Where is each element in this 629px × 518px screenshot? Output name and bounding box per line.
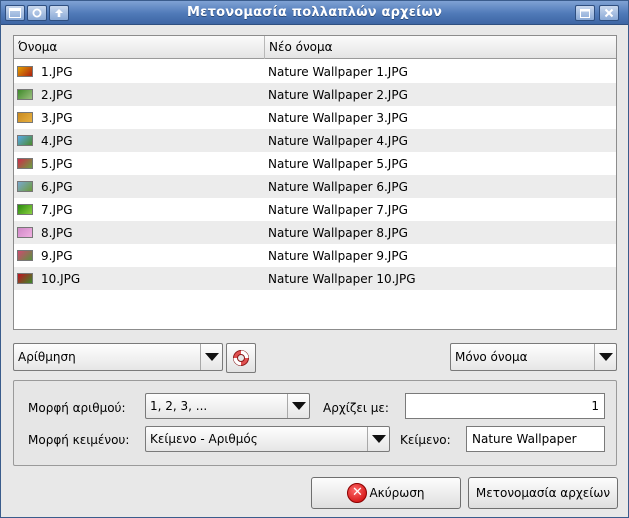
list-rows: 1.JPG Nature Wallpaper 1.JPG 2.JPG Nature W… — [14, 60, 616, 290]
new-name-cell: Nature Wallpaper 5.JPG — [268, 156, 408, 171]
cancel-button[interactable]: ✕ Ακύρωση — [311, 477, 461, 509]
original-name-text: 2.JPG — [41, 87, 73, 102]
original-name-cell: 6.JPG — [14, 180, 265, 194]
starts-with-field[interactable]: 1 — [405, 393, 605, 419]
table-row[interactable]: 8.JPG Nature Wallpaper 8.JPG — [14, 221, 616, 244]
original-name-cell: 8.JPG — [14, 226, 265, 240]
original-name-text: 7.JPG — [41, 202, 73, 217]
number-format-label: Μορφή αριθμού: — [28, 401, 126, 415]
image-thumbnail-icon — [17, 227, 33, 238]
table-row[interactable]: 4.JPG Nature Wallpaper 4.JPG — [14, 129, 616, 152]
original-name-cell: 5.JPG — [14, 157, 265, 171]
table-row[interactable]: 1.JPG Nature Wallpaper 1.JPG — [14, 60, 616, 83]
original-name-cell: 2.JPG — [14, 88, 265, 102]
new-name-cell: Nature Wallpaper 3.JPG — [268, 110, 408, 125]
scope-select[interactable]: Μόνο όνομα — [450, 343, 617, 371]
table-row[interactable]: 5.JPG Nature Wallpaper 5.JPG — [14, 152, 616, 175]
image-thumbnail-icon — [17, 250, 33, 261]
cancel-button-label: Ακύρωση — [369, 486, 425, 500]
original-name-text: 1.JPG — [41, 64, 73, 79]
original-name-text: 8.JPG — [41, 225, 73, 240]
original-name-text: 10.JPG — [41, 271, 81, 286]
cancel-icon: ✕ — [347, 483, 368, 503]
image-thumbnail-icon — [17, 181, 33, 192]
title-bar[interactable]: Μετονομασία πολλαπλών αρχείων — [1, 1, 628, 25]
new-name-cell: Nature Wallpaper 4.JPG — [268, 133, 408, 148]
maximize-icon[interactable] — [575, 5, 595, 21]
column-header-new-name[interactable]: Νέο όνομα — [265, 36, 616, 59]
text-format-value: Κείμενο - Αριθμός — [150, 432, 258, 446]
text-field[interactable]: Nature Wallpaper — [466, 426, 605, 452]
image-thumbnail-icon — [17, 135, 33, 146]
number-format-select[interactable]: 1, 2, 3, ... — [145, 393, 310, 419]
chevron-down-icon — [594, 344, 616, 370]
table-row[interactable]: 10.JPG Nature Wallpaper 10.JPG — [14, 267, 616, 290]
new-name-cell: Nature Wallpaper 7.JPG — [268, 202, 408, 217]
table-row[interactable]: 3.JPG Nature Wallpaper 3.JPG — [14, 106, 616, 129]
new-name-cell: Nature Wallpaper 10.JPG — [268, 271, 416, 286]
new-name-cell: Nature Wallpaper 2.JPG — [268, 87, 408, 102]
chevron-down-icon — [200, 344, 222, 370]
new-name-cell: Nature Wallpaper 1.JPG — [268, 64, 408, 79]
rename-files-button[interactable]: Μετονομασία αρχείων — [468, 477, 618, 509]
original-name-cell: 1.JPG — [14, 65, 265, 79]
lifebuoy-icon[interactable] — [226, 343, 256, 373]
file-list[interactable]: Όνομα Νέο όνομα 1.JPG Nature Wallpaper 1.… — [13, 35, 617, 330]
rename-dialog-window: Μετονομασία πολλαπλών αρχείων Όνομα Νέο … — [0, 0, 629, 518]
original-name-text: 4.JPG — [41, 133, 73, 148]
original-name-cell: 10.JPG — [14, 272, 265, 286]
mode-select-value: Αρίθμηση — [18, 350, 76, 364]
original-name-text: 6.JPG — [41, 179, 73, 194]
chevron-down-icon — [287, 394, 309, 418]
list-header: Όνομα Νέο όνομα — [14, 36, 616, 59]
table-row[interactable]: 6.JPG Nature Wallpaper 6.JPG — [14, 175, 616, 198]
new-name-cell: Nature Wallpaper 8.JPG — [268, 225, 408, 240]
chevron-down-icon — [367, 427, 389, 451]
image-thumbnail-icon — [17, 89, 33, 100]
new-name-cell: Nature Wallpaper 9.JPG — [268, 248, 408, 263]
text-format-label: Μορφή κειμένου: — [28, 433, 130, 447]
image-thumbnail-icon — [17, 158, 33, 169]
text-format-select[interactable]: Κείμενο - Αριθμός — [145, 426, 390, 452]
image-thumbnail-icon — [17, 112, 33, 123]
new-name-cell: Nature Wallpaper 6.JPG — [268, 179, 408, 194]
image-thumbnail-icon — [17, 66, 33, 77]
text-label: Κείμενο: — [400, 433, 451, 447]
column-header-name[interactable]: Όνομα — [14, 36, 265, 59]
close-icon[interactable] — [599, 5, 619, 21]
number-format-value: 1, 2, 3, ... — [150, 399, 208, 413]
original-name-cell: 7.JPG — [14, 203, 265, 217]
table-row[interactable]: 2.JPG Nature Wallpaper 2.JPG — [14, 83, 616, 106]
original-name-text: 5.JPG — [41, 156, 73, 171]
rename-files-button-label: Μετονομασία αρχείων — [475, 486, 611, 500]
original-name-text: 9.JPG — [41, 248, 73, 263]
original-name-cell: 3.JPG — [14, 111, 265, 125]
original-name-text: 3.JPG — [41, 110, 73, 125]
table-row[interactable]: 7.JPG Nature Wallpaper 7.JPG — [14, 198, 616, 221]
window-title: Μετονομασία πολλαπλών αρχείων — [187, 5, 442, 20]
image-thumbnail-icon — [17, 273, 33, 284]
original-name-cell: 9.JPG — [14, 249, 265, 263]
mode-select[interactable]: Αρίθμηση — [13, 343, 223, 371]
original-name-cell: 4.JPG — [14, 134, 265, 148]
numbering-options-group: Μορφή αριθμού: 1, 2, 3, ... Αρχίζει με: … — [13, 380, 617, 466]
scope-select-value: Μόνο όνομα — [455, 350, 528, 364]
table-row[interactable]: 9.JPG Nature Wallpaper 9.JPG — [14, 244, 616, 267]
image-thumbnail-icon — [17, 204, 33, 215]
starts-with-label: Αρχίζει με: — [323, 401, 389, 415]
